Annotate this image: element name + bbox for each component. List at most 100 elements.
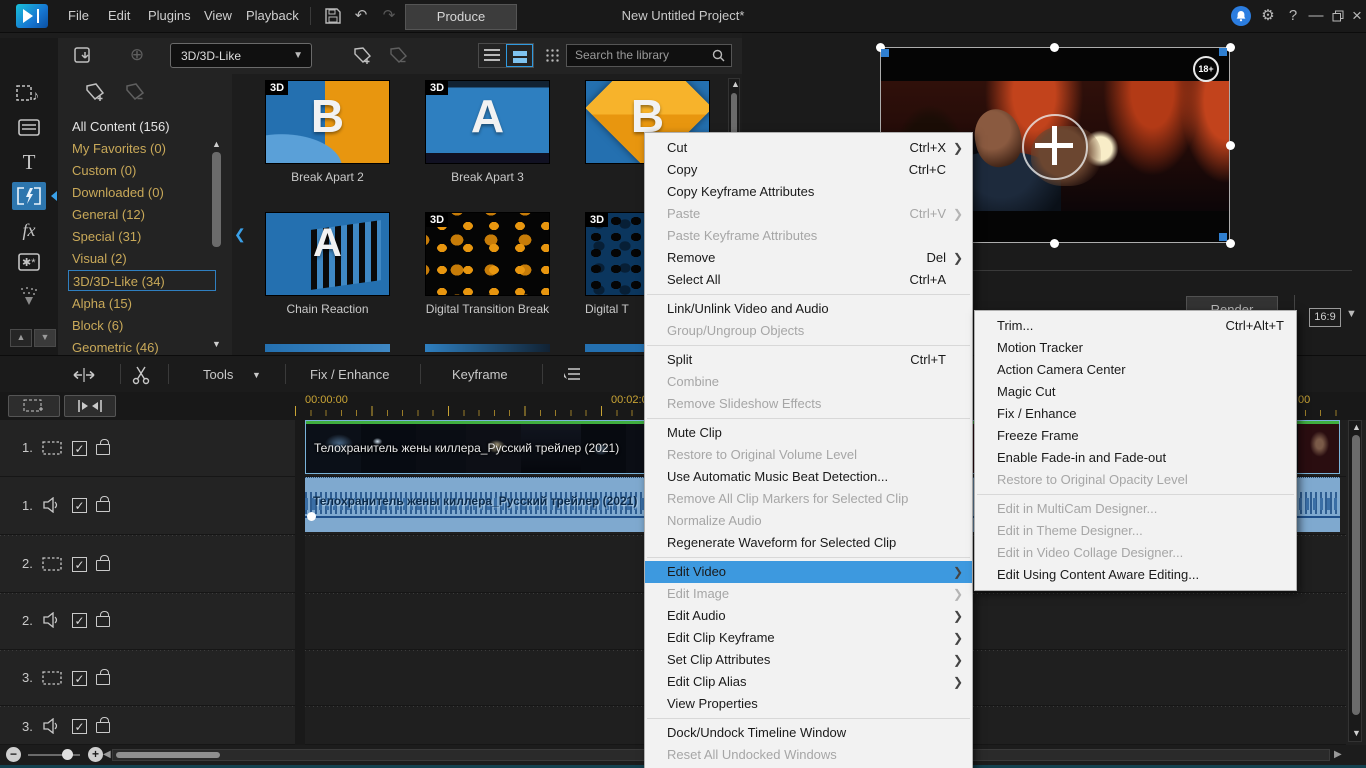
settings-gear-icon[interactable]: ⚙ xyxy=(1257,6,1279,26)
category-visual[interactable]: Visual (2) xyxy=(68,248,216,269)
category-alpha[interactable]: Alpha (15) xyxy=(68,293,216,314)
scroll-down-icon[interactable]: ▼ xyxy=(212,340,221,349)
track-lock-icon[interactable] xyxy=(96,560,110,571)
notification-bell-icon[interactable] xyxy=(1231,6,1251,26)
import-media-icon[interactable] xyxy=(70,43,96,67)
produce-button[interactable]: Produce xyxy=(405,4,517,30)
track-header-audio-3[interactable]: 3. ✓ xyxy=(0,706,295,745)
keyframe-button[interactable]: Keyframe xyxy=(452,356,508,393)
track-lock-icon[interactable] xyxy=(96,616,110,627)
menu-item-edit-audio[interactable]: Edit Audio❯ xyxy=(645,605,972,627)
submenu-item-motion-tracker[interactable]: Motion Tracker xyxy=(975,337,1296,359)
download-from-web-icon[interactable]: ⊕ xyxy=(124,43,150,67)
library-menu-icon[interactable] xyxy=(545,48,559,63)
category-general[interactable]: General (12) xyxy=(68,204,216,225)
track-header-audio-1[interactable]: 1. ✓ xyxy=(0,477,295,535)
submenu-item-freeze-frame[interactable]: Freeze Frame xyxy=(975,425,1296,447)
menu-item-edit-clip-keyframe[interactable]: Edit Clip Keyframe❯ xyxy=(645,627,972,649)
menu-item-edit-video[interactable]: Edit Video❯ xyxy=(645,561,972,583)
submenu-item-magic-cut[interactable]: Magic Cut xyxy=(975,381,1296,403)
menu-item-music-beat-detection[interactable]: Use Automatic Music Beat Detection... xyxy=(645,466,972,488)
timeline-vscrollbar[interactable]: ▲ ▼ xyxy=(1348,420,1362,742)
category-special[interactable]: Special (31) xyxy=(68,226,216,247)
scroll-left-icon[interactable]: ◀ xyxy=(103,750,111,759)
fade-handle[interactable] xyxy=(307,512,316,521)
track-header-video-3[interactable]: 3. ✓ xyxy=(0,650,295,706)
track-enable-checkbox[interactable]: ✓ xyxy=(72,441,87,456)
remove-tag-icon[interactable] xyxy=(386,43,412,67)
rail-down-chevron[interactable]: ▼ xyxy=(34,329,56,347)
range-select-button[interactable] xyxy=(8,395,60,417)
resize-handle[interactable] xyxy=(1050,239,1059,248)
search-input[interactable]: Search the library xyxy=(566,44,732,67)
category-scrollbar[interactable]: ▲ ▼ xyxy=(210,140,223,350)
tools-button[interactable]: Tools xyxy=(203,356,233,393)
library-item-chain-reaction[interactable]: A xyxy=(265,212,390,296)
menu-view[interactable]: View xyxy=(198,0,238,32)
track-header-audio-2[interactable]: 2. ✓ xyxy=(0,593,295,650)
rail-up-chevron[interactable]: ▲ xyxy=(10,329,32,347)
menu-item-cut[interactable]: CutCtrl+X❯ xyxy=(645,137,972,159)
delete-tag-icon[interactable] xyxy=(122,80,148,104)
resize-handle[interactable] xyxy=(1226,43,1235,52)
category-block[interactable]: Block (6) xyxy=(68,315,216,336)
split-clip-icon[interactable] xyxy=(72,364,96,383)
menu-item-regenerate-waveform[interactable]: Regenerate Waveform for Selected Clip xyxy=(645,532,972,554)
particle-room-icon[interactable] xyxy=(12,282,46,310)
category-my-favorites[interactable]: My Favorites (0) xyxy=(68,138,216,159)
crop-handle[interactable] xyxy=(1219,233,1227,241)
track-enable-checkbox[interactable]: ✓ xyxy=(72,671,87,686)
list-view-button[interactable] xyxy=(479,44,506,67)
fix-enhance-button[interactable]: Fix / Enhance xyxy=(310,356,390,393)
track-lock-icon[interactable] xyxy=(96,722,110,733)
category-all-content[interactable]: All Content (156) xyxy=(68,116,216,137)
menu-item-remove[interactable]: RemoveDel❯ xyxy=(645,247,972,269)
menu-item-set-clip-attributes[interactable]: Set Clip Attributes❯ xyxy=(645,649,972,671)
category-3d-3d-like[interactable]: 3D/3D-Like (34) xyxy=(68,270,216,291)
submenu-item-enable-fade[interactable]: Enable Fade-in and Fade-out xyxy=(975,447,1296,469)
track-enable-checkbox[interactable]: ✓ xyxy=(72,613,87,628)
submenu-item-trim[interactable]: Trim...Ctrl+Alt+T xyxy=(975,315,1296,337)
crop-handle[interactable] xyxy=(1219,48,1227,56)
category-downloaded[interactable]: Downloaded (0) xyxy=(68,182,216,203)
menu-file[interactable]: File xyxy=(62,0,95,32)
menu-item-copy[interactable]: CopyCtrl+C xyxy=(645,159,972,181)
track-enable-checkbox[interactable]: ✓ xyxy=(72,719,87,734)
track-manager-icon[interactable] xyxy=(562,364,582,384)
category-dropdown[interactable]: 3D/3D-Like▼ xyxy=(170,43,312,68)
aspect-chevron-down-icon[interactable]: ▼ xyxy=(1346,308,1357,320)
track-enable-checkbox[interactable]: ✓ xyxy=(72,498,87,513)
menu-item-select-all[interactable]: Select AllCtrl+A xyxy=(645,269,972,291)
new-tag-icon[interactable] xyxy=(350,43,376,67)
zoom-in-icon[interactable]: + xyxy=(88,747,103,762)
library-item-break-apart-2[interactable]: B 3D xyxy=(265,80,390,164)
effect-room-icon[interactable]: fx xyxy=(12,216,46,244)
track-lock-icon[interactable] xyxy=(96,444,110,455)
resize-handle[interactable] xyxy=(1226,239,1235,248)
menu-item-link-unlink[interactable]: Link/Unlink Video and Audio xyxy=(645,298,972,320)
redo-icon[interactable]: ↷ xyxy=(378,6,400,26)
submenu-item-fix-enhance[interactable]: Fix / Enhance xyxy=(975,403,1296,425)
scissors-icon[interactable] xyxy=(132,364,150,385)
category-custom[interactable]: Custom (0) xyxy=(68,160,216,181)
track-enable-checkbox[interactable]: ✓ xyxy=(72,557,87,572)
snap-marker-button[interactable] xyxy=(64,395,116,417)
track-lock-icon[interactable] xyxy=(96,674,110,685)
crop-handle[interactable] xyxy=(881,49,889,57)
scroll-right-icon[interactable]: ▶ xyxy=(1334,750,1342,759)
pip-room-icon[interactable]: ✱* xyxy=(12,248,46,276)
resize-handle[interactable] xyxy=(1226,141,1235,150)
add-tag-icon[interactable] xyxy=(82,80,108,104)
title-room-icon[interactable]: T xyxy=(12,148,46,176)
track-header-video-2[interactable]: 2. ✓ xyxy=(0,535,295,593)
submenu-item-content-aware-editing[interactable]: Edit Using Content Aware Editing... xyxy=(975,564,1296,586)
menu-item-copy-keyframe-attributes[interactable]: Copy Keyframe Attributes xyxy=(645,181,972,203)
menu-item-mute-clip[interactable]: Mute Clip xyxy=(645,422,972,444)
category-geometric[interactable]: Geometric (46) xyxy=(68,337,216,355)
collapse-panel-icon[interactable]: ❮ xyxy=(234,226,246,243)
menu-plugins[interactable]: Plugins xyxy=(142,0,197,32)
library-item-digital-transition-break[interactable]: 3D xyxy=(425,212,550,296)
menu-edit[interactable]: Edit xyxy=(102,0,136,32)
grid-view-button[interactable] xyxy=(506,44,533,67)
minimize-icon[interactable]: — xyxy=(1305,6,1327,26)
